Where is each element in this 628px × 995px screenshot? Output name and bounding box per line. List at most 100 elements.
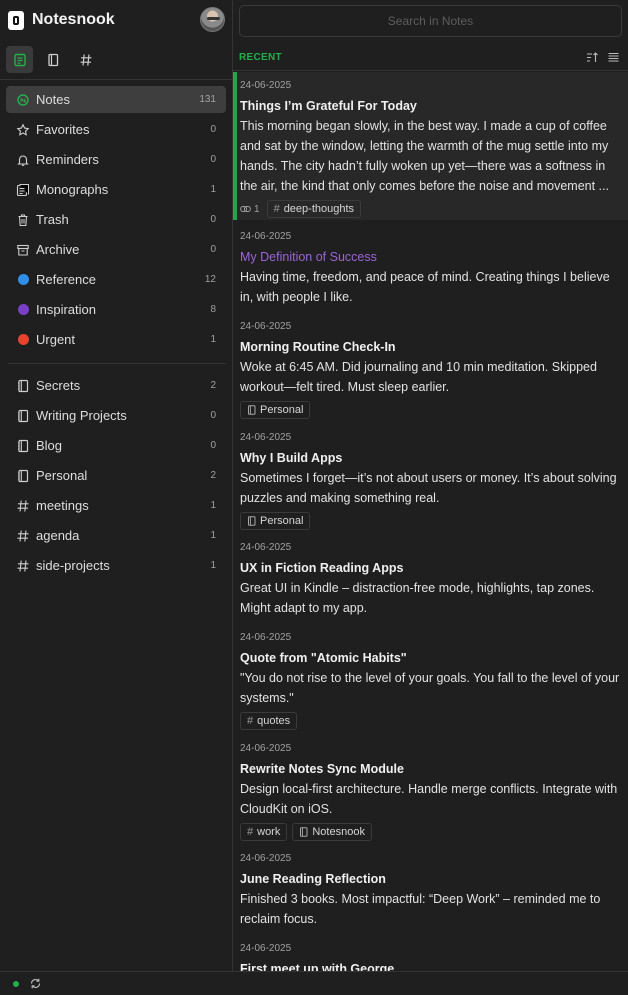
note-item[interactable]: 24-06-2025 My Definition of Success Having… [233,223,628,307]
sidebar-divider [0,79,233,80]
tab-notes[interactable] [6,46,33,73]
sidebar-divider [8,363,226,364]
notes-icon [13,53,26,66]
note-preview: This morning began slowly, in the best w… [240,119,609,193]
notebook-chip[interactable]: Notesnook [292,823,372,841]
notebook-icon [300,827,308,837]
nav-item-count: 0 [210,440,216,451]
star-icon [16,123,30,137]
nav-item-count: 2 [210,470,216,481]
app-brand: Notesnook [8,7,115,33]
hashtag-icon [80,53,91,66]
note-title: Rewrite Notes Sync Module [240,762,404,776]
notebook-icon [16,409,30,423]
hashtag-icon [16,559,30,573]
note-item[interactable]: 24-06-2025 Quote from "Atomic Habits" "You… [233,624,628,730]
note-item[interactable]: 24-06-2025 Morning Routine Check-In Woke a… [233,313,628,419]
tag-chip[interactable]: # quotes [240,712,298,730]
note-item[interactable]: 24-06-2025 Why I Build Apps Sometimes I fo… [233,424,628,530]
shortcut-item-writing-projects[interactable]: Writing Projects 0 [6,402,226,429]
shortcut-item-personal[interactable]: Personal 2 [6,462,226,489]
nav-item-label: agenda [36,528,80,543]
sidebar-item-reminders[interactable]: Reminders 0 [6,146,226,173]
nav-item-label: Archive [36,242,80,257]
note-date: 24-06-2025 [240,743,292,754]
note-item[interactable]: 24-06-2025 UX in Fiction Reading Apps Grea… [233,534,628,618]
nav-item-label: Personal [36,468,88,483]
nav-item-label: Urgent [36,332,76,347]
note-meta: 1 # deep-thoughts [240,200,622,218]
link-icon [240,206,251,212]
shortcut-item-side-projects[interactable]: side-projects 1 [6,552,226,579]
nav-item-label: Writing Projects [36,408,127,423]
nav-item-count: 1 [210,184,216,195]
tag-chip[interactable]: # deep-thoughts [266,200,362,218]
note-title: My Definition of Success [240,250,377,264]
note-date: 24-06-2025 [240,321,292,332]
sidebar-item-archive[interactable]: Archive 0 [6,236,226,263]
nav-item-count: 2 [210,380,216,391]
reference-count: 1 [240,204,260,215]
sync-icon[interactable] [29,977,42,990]
notes-icon [16,93,30,107]
sidebar-item-trash[interactable]: Trash 0 [6,206,226,233]
note-item[interactable]: 24-06-2025 June Reading Reflection Finishe… [233,845,628,929]
sidebar-item-reference[interactable]: Reference 12 [6,266,226,293]
note-title: Morning Routine Check-In [240,340,396,354]
note-title: Quote from "Atomic Habits" [240,651,407,665]
avatar[interactable] [200,7,225,32]
shortcut-item-blog[interactable]: Blog 0 [6,432,226,459]
nav-item-count: 131 [199,94,216,105]
sidebar-item-urgent[interactable]: Urgent 1 [6,326,226,353]
nav-item-count: 1 [210,500,216,511]
nav-item-label: Reminders [36,152,99,167]
nav-item-count: 0 [210,214,216,225]
color-dot-icon [16,333,30,347]
note-item[interactable]: 24-06-2025 Rewrite Notes Sync Module Desig… [233,735,628,841]
note-title: June Reading Reflection [240,872,386,886]
notebook-chip[interactable]: Personal [240,401,311,419]
note-title: Things I’m Grateful For Today [240,99,417,113]
tab-tags[interactable] [72,46,99,73]
color-dot-icon [16,273,30,287]
note-date: 24-06-2025 [240,80,292,91]
sort-icon[interactable] [586,51,599,64]
nav-item-count: 1 [210,560,216,571]
hashtag-icon [16,529,30,543]
note-date: 24-06-2025 [240,853,292,864]
nav-item-label: Reference [36,272,96,287]
hashtag-icon [16,499,30,513]
sidebar: Notesnook Notes 131 Favorites 0 Reminders 0 Mo… [0,0,233,971]
tag-chip[interactable]: # work [240,823,288,841]
notebook-icon [16,379,30,393]
note-item[interactable]: 24-06-2025 Things I’m Grateful For Today T… [233,72,628,220]
sidebar-item-inspiration[interactable]: Inspiration 8 [6,296,226,323]
hashtag-icon: # [247,826,254,838]
note-preview: Woke at 6:45 AM. Did journaling and 10 m… [240,360,597,394]
hashtag-icon: # [273,203,280,215]
search-input[interactable]: Search in Notes [239,5,622,37]
note-meta: Personal [240,512,622,530]
notebook-icon [248,516,256,526]
hashtag-icon: # [247,715,254,727]
notebook-chip[interactable]: Personal [240,512,311,530]
nav-item-count: 1 [210,334,216,345]
shortcut-item-secrets[interactable]: Secrets 2 [6,372,226,399]
status-bar [0,971,628,995]
note-preview: Design local-first architecture. Handle … [240,782,618,816]
note-date: 24-06-2025 [240,231,292,242]
shortcut-item-meetings[interactable]: meetings 1 [6,492,226,519]
shortcut-item-agenda[interactable]: agenda 1 [6,522,226,549]
note-meta: # work Notesnook [240,823,622,841]
sidebar-item-monographs[interactable]: Monographs 1 [6,176,226,203]
notebook-icon [16,439,30,453]
list-view-icon[interactable] [607,51,620,64]
nav-item-label: Blog [36,438,63,453]
tab-notebooks[interactable] [39,46,66,73]
monograph-icon [16,183,30,197]
bell-icon [16,153,30,167]
notesnook-logo-icon [8,10,24,30]
sidebar-item-favorites[interactable]: Favorites 0 [6,116,226,143]
note-preview: Sometimes I forget—it’s not about users … [240,471,617,505]
sidebar-item-notes[interactable]: Notes 131 [6,86,226,113]
